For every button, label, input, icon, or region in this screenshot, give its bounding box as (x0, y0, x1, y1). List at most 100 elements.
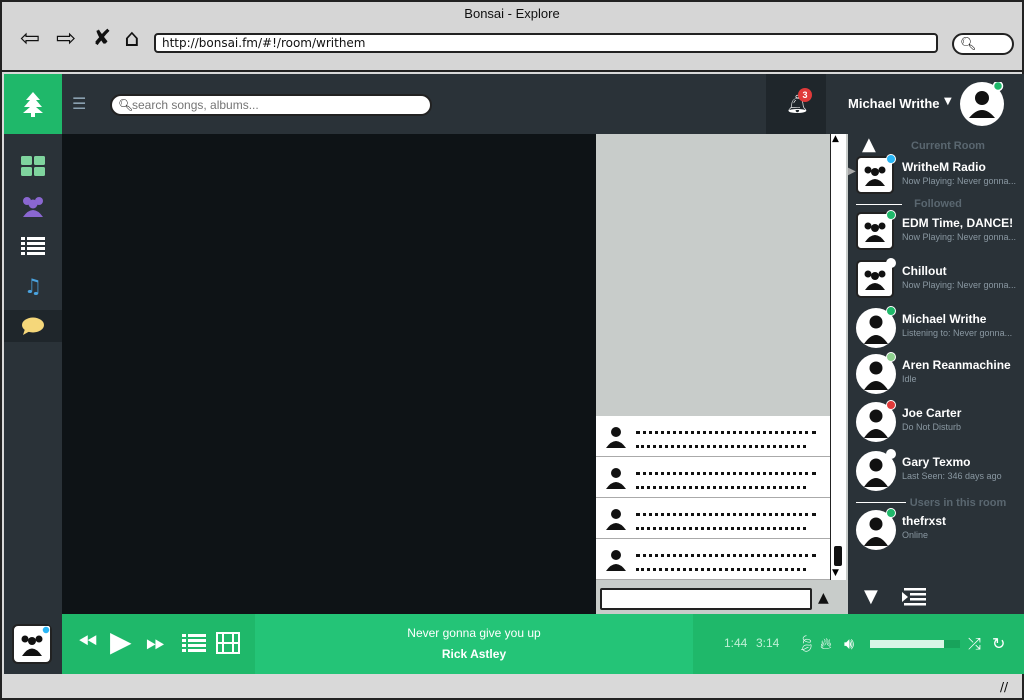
status-dot (886, 508, 896, 518)
now-playing: Never gonna give you up Rick Astley (255, 614, 693, 674)
redacted-text (636, 520, 806, 530)
grid-icon (21, 156, 45, 176)
forward-arrow-icon[interactable]: ⇨ (52, 24, 80, 52)
resize-handle-icon[interactable]: // (1000, 680, 1008, 694)
users-icon (864, 166, 886, 186)
status-dot (886, 154, 896, 164)
search-input[interactable] (132, 97, 422, 113)
fire-icon[interactable]: 🔥︎ (820, 634, 832, 654)
chat-bubble-icon (22, 317, 44, 335)
indent-list-icon (902, 588, 926, 606)
sidebar-item-playlists[interactable] (4, 230, 62, 262)
room-current[interactable]: WritheM Radio Now Playing: Never gonna..… (856, 154, 1020, 200)
leaf-icon[interactable]: 🍃︎ (796, 634, 816, 653)
room-name: Chillout (902, 264, 947, 278)
sidebar-item-chat[interactable] (4, 310, 62, 342)
room-name: Michael Writhe (902, 312, 987, 326)
person-icon (606, 427, 626, 448)
room-subtitle: Do Not Disturb (902, 422, 962, 432)
room-name: Aren Reanmachine (902, 358, 1011, 372)
user-status: Online (902, 530, 929, 540)
redacted-text (636, 506, 816, 516)
followed-user[interactable]: Gary Texmo Last Seen: 346 days ago (856, 449, 1020, 495)
chat-message (596, 498, 830, 539)
list-toggle-icon[interactable] (902, 588, 926, 606)
room-user[interactable]: thefrxst Online (856, 508, 1020, 554)
song-search[interactable]: 🔍︎ (110, 94, 432, 116)
rewind-icon[interactable]: ⏪︎ (78, 628, 97, 656)
followed-room[interactable]: Chillout Now Playing: Never gonna... (856, 258, 1020, 304)
left-sidebar: ♫ (4, 134, 62, 674)
redacted-text (636, 465, 816, 475)
close-icon[interactable]: ✘ (88, 24, 116, 52)
status-dot (886, 400, 896, 410)
volume-level (870, 640, 944, 648)
list-icon (21, 237, 45, 255)
redacted-text (636, 438, 806, 448)
search-icon: 🔍︎ (118, 98, 134, 112)
fast-forward-icon[interactable]: ⏩︎ (146, 628, 165, 656)
play-icon[interactable]: ▶ (110, 625, 132, 658)
notifications[interactable]: 🔔︎ 3 (766, 74, 826, 134)
chat-scrollbar[interactable]: ▲ ▼ (830, 134, 846, 580)
room-subtitle: Idle (902, 374, 917, 384)
room-subtitle: Now Playing: Never gonna... (902, 232, 1017, 242)
person-icon (606, 509, 626, 530)
person-icon (606, 468, 626, 489)
user-name: thefrxst (902, 514, 947, 528)
room-name: Gary Texmo (902, 455, 971, 469)
room-name: WritheM Radio (902, 160, 986, 174)
menu-toggle-icon[interactable]: ☰ (72, 94, 92, 113)
chat-input[interactable] (600, 588, 812, 610)
scroll-up-icon[interactable]: ▲ (832, 134, 839, 144)
player-room-slot (4, 614, 62, 674)
chat-message (596, 539, 830, 580)
volume-icon[interactable]: 🔊︎ (844, 634, 854, 654)
film-icon[interactable] (216, 632, 240, 659)
followed-user[interactable]: Michael Writhe Listening to: Never gonna.… (856, 306, 1020, 352)
redacted-text (636, 479, 806, 489)
users-in-room-label: Users in this room (909, 497, 1007, 509)
followed-label: Followed (914, 198, 962, 210)
browser-search[interactable]: 🔍︎ (952, 33, 1014, 55)
followed-user[interactable]: Joe Carter Do Not Disturb (856, 400, 1020, 446)
rooms-panel: ▲ Current Room ▶ WritheM Radio Now Playi… (848, 134, 1024, 614)
chat-message (596, 457, 830, 498)
users-icon (21, 625, 51, 656)
volume-slider[interactable] (870, 640, 960, 648)
chevron-down-icon[interactable]: ▼ (944, 96, 952, 107)
users-icon (864, 222, 886, 242)
video-area (62, 134, 596, 614)
bonsai-logo[interactable] (4, 74, 62, 134)
sidebar-item-music[interactable]: ♫ (4, 270, 62, 302)
tree-icon (23, 92, 43, 117)
person-icon (606, 550, 626, 571)
scroll-down-icon[interactable]: ▼ (864, 586, 878, 607)
scroll-thumb[interactable] (834, 546, 842, 566)
status-dot (886, 306, 896, 316)
room-subtitle: Now Playing: Never gonna... (902, 176, 1017, 186)
home-icon[interactable]: ⌂ (118, 24, 146, 52)
sidebar-item-rooms[interactable] (4, 190, 62, 222)
window-title: Bonsai - Explore (464, 6, 560, 21)
current-room-label: Current Room (911, 140, 985, 152)
track-artist: Rick Astley (441, 647, 507, 661)
current-user-name[interactable]: Michael Writhe (848, 96, 940, 111)
sidebar-item-dashboard[interactable] (4, 150, 62, 182)
scroll-down-icon[interactable]: ▼ (832, 568, 839, 578)
track-title: Never gonna give you up (407, 626, 541, 640)
room-avatar[interactable] (12, 624, 52, 664)
room-name: Joe Carter (902, 406, 962, 420)
back-arrow-icon[interactable]: ⇦ (16, 24, 44, 52)
followed-room[interactable]: EDM Time, DANCE! Now Playing: Never gonna… (856, 210, 1020, 256)
status-dot (886, 210, 896, 220)
followed-user[interactable]: Aren Reanmachine Idle (856, 352, 1020, 398)
status-dot (886, 258, 896, 268)
playlist-icon[interactable] (182, 634, 206, 657)
shuffle-icon[interactable]: ⤮ (968, 634, 981, 654)
send-arrow-icon[interactable]: ▲ (818, 590, 829, 606)
chat-message (596, 416, 830, 457)
address-bar[interactable]: http://bonsai.fm/#!/room/writhem (154, 33, 938, 53)
user-avatar[interactable] (960, 80, 1004, 126)
repeat-icon[interactable]: ↻ (992, 634, 1005, 653)
